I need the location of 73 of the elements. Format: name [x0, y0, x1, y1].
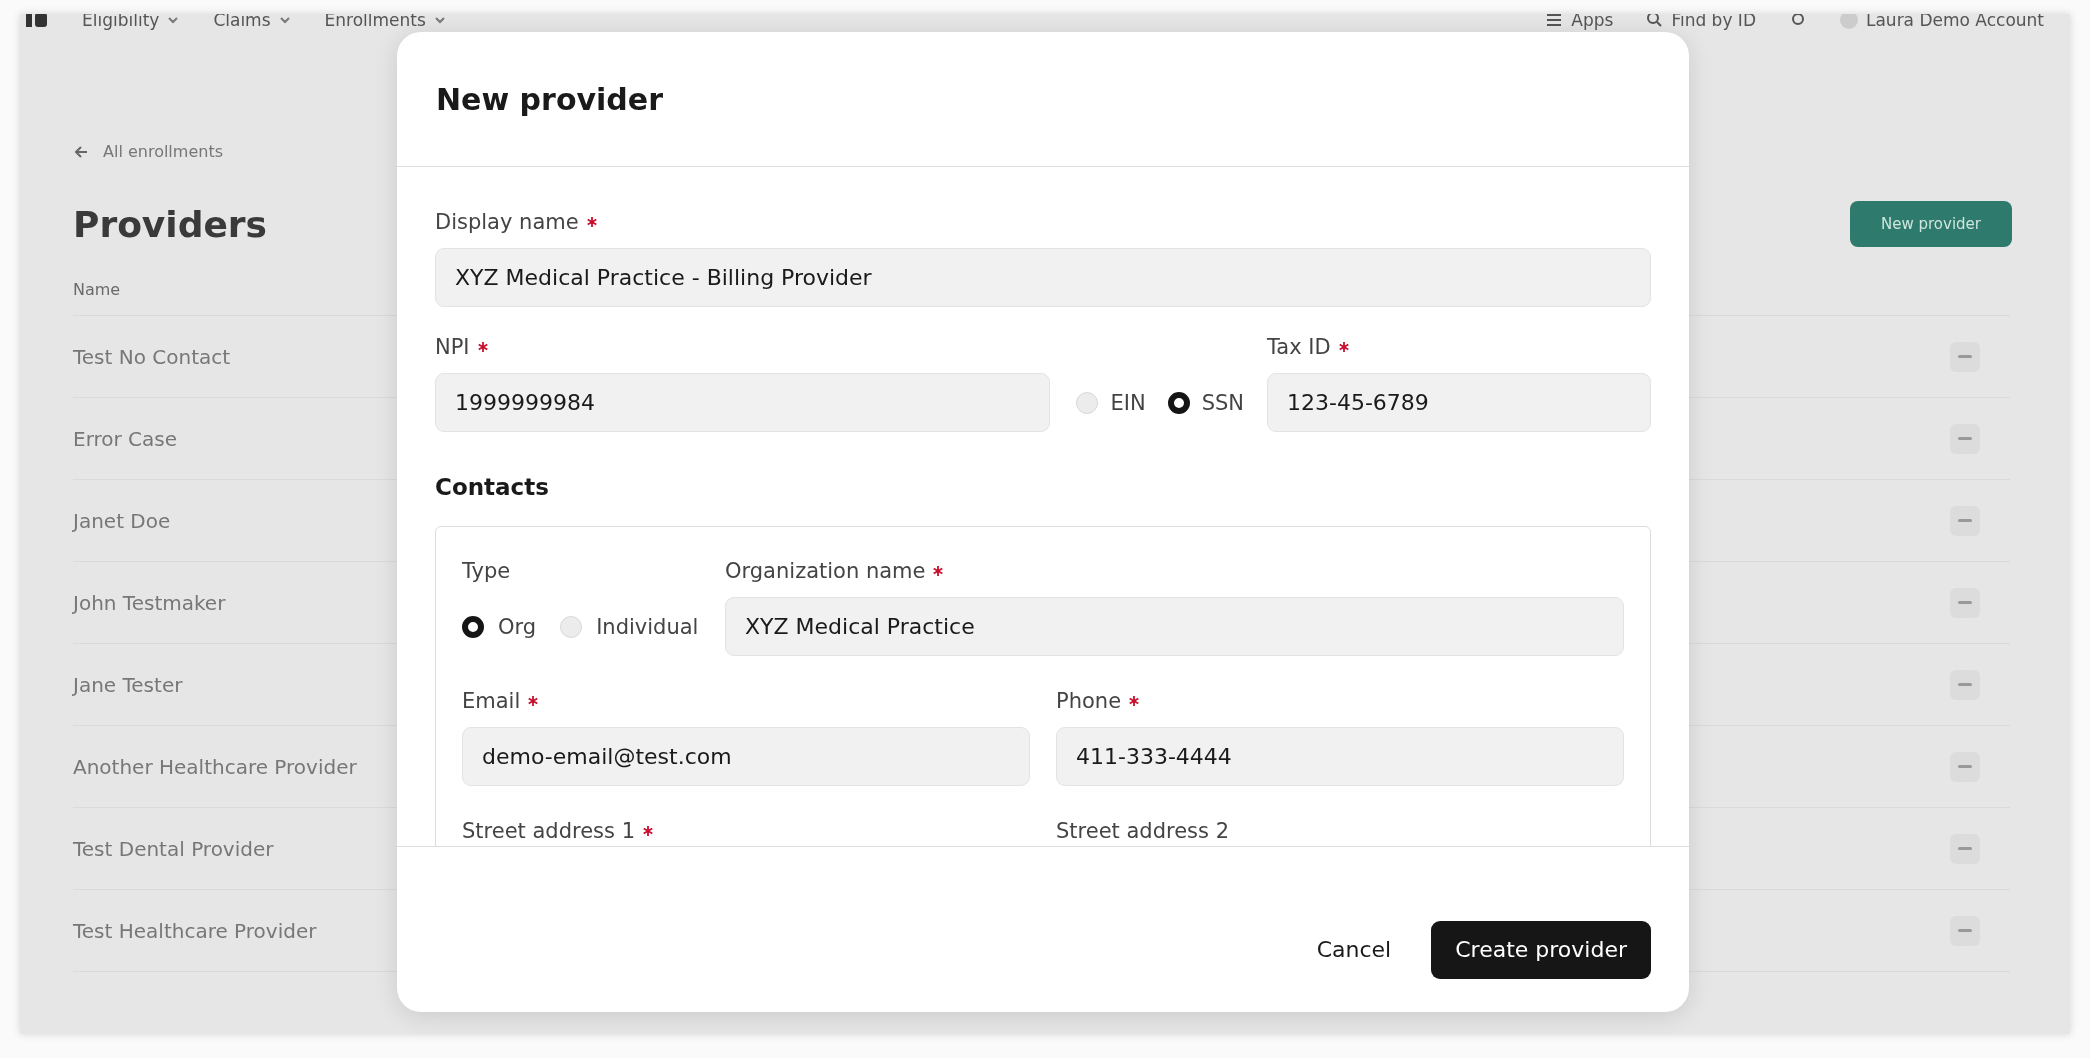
caret-icon [433, 14, 446, 26]
dash-icon [1958, 847, 1972, 850]
field-label: Display name [435, 210, 579, 234]
nav-menu[interactable]: Eligibility [82, 14, 180, 30]
table-cell: Another Healthcare Provider [73, 754, 357, 779]
table-cell: Jane Tester [73, 672, 183, 697]
apps-button[interactable]: Apps [1547, 14, 1614, 30]
required-icon [643, 826, 654, 836]
required-icon [1129, 696, 1140, 706]
more-button[interactable] [1950, 915, 1980, 946]
more-button[interactable] [1950, 341, 1980, 372]
more-button[interactable] [1950, 751, 1980, 782]
dash-icon [1958, 929, 1972, 932]
column-header: Name [73, 279, 121, 299]
account-button[interactable]: Laura Demo Account [1839, 14, 2044, 30]
required-icon [586, 217, 597, 227]
field-label: Organization name [725, 559, 926, 583]
page-title: Providers [73, 203, 268, 245]
create-provider-button[interactable]: Create provider [1431, 920, 1651, 979]
arrow-left-icon [73, 143, 89, 160]
more-button[interactable] [1950, 423, 1980, 454]
field-label: Tax ID [1267, 335, 1331, 359]
cancel-button[interactable]: Cancel [1308, 927, 1400, 972]
required-icon [477, 342, 488, 352]
more-button[interactable] [1950, 505, 1980, 536]
field-label: Type [462, 558, 512, 585]
more-button[interactable] [1950, 587, 1980, 618]
radio-button[interactable] [462, 615, 484, 638]
nav-menu[interactable]: Enrollments [324, 14, 446, 30]
radio-button[interactable] [1167, 391, 1190, 414]
required-icon [1338, 342, 1349, 352]
field-label: Email [462, 689, 521, 713]
table-cell: Test No Contact [73, 344, 231, 369]
find-button[interactable]: Find by ID [1647, 14, 1756, 30]
dash-icon [1958, 683, 1972, 686]
nav-menu[interactable]: Claims [213, 14, 291, 30]
more-button[interactable] [1950, 833, 1980, 864]
table-cell: Test Healthcare Provider [73, 918, 317, 943]
dash-icon [1958, 355, 1972, 358]
back-link[interactable]: All enrollments [73, 142, 2010, 161]
dash-icon [1958, 601, 1972, 604]
npi-field[interactable]: 1999999984 [435, 373, 1051, 432]
organization-name-field[interactable]: XYZ Medical Practice [725, 597, 1624, 656]
field-label: Phone [1056, 689, 1122, 713]
dialog-title: New provider [436, 81, 663, 117]
table-cell: Janet Doe [73, 508, 171, 533]
more-button[interactable] [1950, 669, 1980, 700]
dash-icon [1958, 437, 1972, 440]
tax-id-field[interactable]: 123-45-6789 [1267, 373, 1651, 432]
required-icon [933, 566, 944, 576]
email-field[interactable]: demo-email@test.com [462, 727, 1030, 786]
required-icon [528, 696, 539, 706]
radio-option[interactable]: EIN [1076, 390, 1146, 415]
radio-option[interactable]: Individual [560, 614, 699, 639]
radio-option[interactable]: SSN [1167, 390, 1244, 415]
phone-field[interactable]: 411-333-4444 [1056, 727, 1624, 786]
caret-icon [278, 14, 291, 26]
table-cell: Test Dental Provider [73, 836, 274, 861]
field-label: NPI [435, 335, 470, 359]
radio-option[interactable]: Org [462, 614, 537, 639]
avatar [1839, 14, 1858, 29]
dash-icon [1958, 765, 1972, 768]
caret-icon [167, 14, 180, 26]
section-heading: Contacts [435, 474, 550, 500]
field-label: Street address 1 [462, 819, 636, 843]
logo-icon [26, 14, 48, 30]
table-cell: John Testmaker [73, 590, 226, 615]
dash-icon [1958, 519, 1972, 522]
table-cell: Error Case [73, 426, 178, 451]
new-provider-button[interactable]: New provider [1850, 201, 2012, 247]
grid-icon [1547, 14, 1564, 28]
field-label: Street address 2 [1056, 819, 1230, 843]
search-icon [1647, 14, 1664, 28]
